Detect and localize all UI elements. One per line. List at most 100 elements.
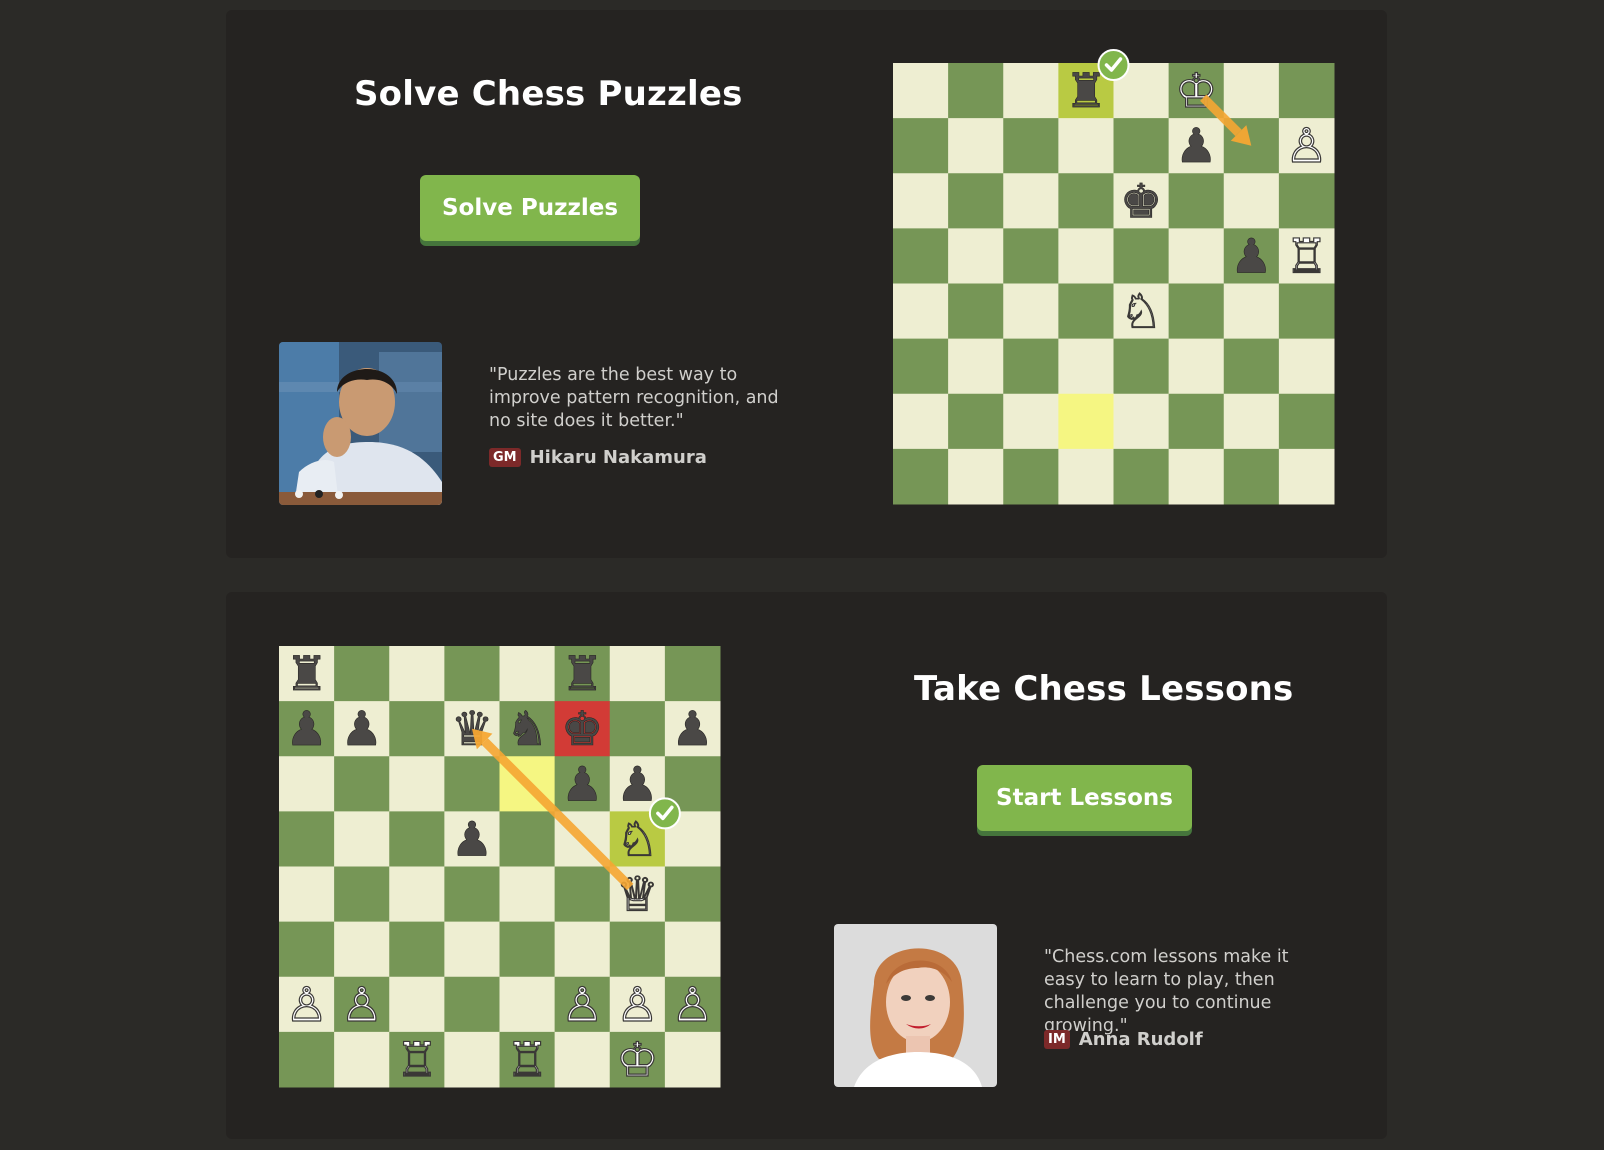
square-c5[interactable]	[1003, 228, 1059, 284]
black-pawn-b7[interactable]: ♟	[340, 702, 383, 758]
square-a3[interactable]	[279, 921, 335, 978]
square-c6[interactable]	[389, 756, 445, 812]
square-f4[interactable]	[1168, 283, 1225, 340]
square-c2[interactable]	[1003, 393, 1059, 450]
square-b4[interactable]	[334, 866, 390, 923]
square-a5[interactable]	[279, 811, 335, 867]
square-b2[interactable]	[948, 393, 1004, 450]
white-rook-h5[interactable]: ♖	[1285, 229, 1329, 285]
white-king-g1[interactable]: ♔	[615, 1032, 659, 1088]
square-e2[interactable]	[499, 976, 556, 1033]
author-name[interactable]: Anna Rudolf	[1079, 1029, 1203, 1050]
white-pawn-h2[interactable]: ♙	[671, 977, 715, 1033]
square-h1[interactable]	[1278, 448, 1335, 505]
square-c5[interactable]	[389, 811, 445, 867]
square-f2[interactable]	[1168, 393, 1225, 450]
start-lessons-button[interactable]: Start Lessons	[977, 765, 1192, 831]
square-h3[interactable]	[664, 921, 721, 978]
square-f1[interactable]	[554, 1031, 611, 1088]
black-pawn-f7[interactable]: ♟	[1175, 119, 1218, 175]
square-g8[interactable]	[1223, 63, 1280, 119]
square-e5[interactable]	[1113, 228, 1170, 284]
square-a2[interactable]	[893, 393, 949, 450]
square-f4[interactable]	[554, 866, 611, 923]
square-a6[interactable]	[279, 756, 335, 812]
square-d4[interactable]	[1058, 283, 1114, 340]
solve-puzzles-button[interactable]: Solve Puzzles	[420, 175, 640, 241]
square-b6[interactable]	[334, 756, 390, 812]
square-a8[interactable]	[893, 63, 949, 119]
square-h8[interactable]	[664, 646, 721, 702]
square-a1[interactable]	[893, 448, 949, 505]
square-e8[interactable]	[499, 646, 556, 702]
white-rook-c1[interactable]: ♖	[395, 1032, 439, 1088]
square-g6[interactable]	[1223, 173, 1280, 229]
square-e7[interactable]	[1113, 118, 1170, 174]
square-d6[interactable]	[444, 756, 500, 812]
square-e3[interactable]	[1113, 338, 1170, 395]
black-rook-f8[interactable]: ♜	[561, 647, 604, 703]
square-d7[interactable]	[1058, 118, 1114, 174]
square-a4[interactable]	[279, 866, 335, 923]
square-g3[interactable]	[1223, 338, 1280, 395]
white-pawn-h7[interactable]: ♙	[1285, 119, 1329, 175]
square-h4[interactable]	[664, 866, 721, 923]
square-b6[interactable]	[948, 173, 1004, 229]
square-d6[interactable]	[1058, 173, 1114, 229]
square-c3[interactable]	[1003, 338, 1059, 395]
square-b8[interactable]	[334, 646, 390, 702]
black-pawn-d5[interactable]: ♟	[450, 812, 494, 868]
square-d3[interactable]	[444, 921, 500, 978]
square-e3[interactable]	[499, 921, 556, 978]
square-g8[interactable]	[609, 646, 666, 702]
square-d3[interactable]	[1058, 338, 1114, 395]
square-g2[interactable]	[1223, 393, 1280, 450]
square-b5[interactable]	[948, 228, 1004, 284]
square-d2[interactable]	[1058, 393, 1114, 450]
square-e2[interactable]	[1113, 393, 1170, 450]
white-knight-e4[interactable]: ♘	[1119, 284, 1163, 340]
square-c3[interactable]	[389, 921, 445, 978]
square-d2[interactable]	[444, 976, 500, 1033]
square-f3[interactable]	[554, 921, 611, 978]
square-d1[interactable]	[1058, 448, 1114, 505]
square-c8[interactable]	[1003, 63, 1059, 119]
square-c6[interactable]	[1003, 173, 1059, 229]
square-c4[interactable]	[1003, 283, 1059, 340]
square-f1[interactable]	[1168, 448, 1225, 505]
square-c2[interactable]	[389, 976, 445, 1033]
square-c8[interactable]	[389, 646, 445, 702]
square-e1[interactable]	[1113, 448, 1170, 505]
square-d4[interactable]	[444, 866, 500, 923]
black-pawn-h7[interactable]: ♟	[671, 702, 714, 758]
white-pawn-g2[interactable]: ♙	[615, 977, 659, 1033]
puzzle-chessboard[interactable]: ♜ ♔ ♟ ♙ ♚ ♟ ♖ ♘	[893, 49, 1335, 505]
black-rook-a8[interactable]: ♜	[285, 647, 328, 703]
black-pawn-a7[interactable]: ♟	[285, 702, 328, 758]
square-g1[interactable]	[1223, 448, 1280, 505]
square-e5[interactable]	[499, 811, 556, 867]
white-pawn-b2[interactable]: ♙	[340, 977, 384, 1033]
square-a3[interactable]	[893, 338, 949, 395]
square-h6[interactable]	[1278, 173, 1335, 229]
black-pawn-f6[interactable]: ♟	[561, 757, 604, 813]
square-h1[interactable]	[664, 1031, 721, 1088]
square-g4[interactable]	[1223, 283, 1280, 340]
square-d1[interactable]	[444, 1031, 500, 1088]
square-c7[interactable]	[1003, 118, 1059, 174]
square-d5[interactable]	[1058, 228, 1114, 284]
white-pawn-f2[interactable]: ♙	[560, 977, 604, 1033]
white-rook-e1[interactable]: ♖	[505, 1032, 549, 1088]
square-f3[interactable]	[1168, 338, 1225, 395]
square-e4[interactable]	[499, 866, 556, 923]
lesson-chessboard[interactable]: ♜ ♜ ♟ ♟ ♛ ♞ ♚ ♟ ♟ ♟ ♟ ♘ ♕ ♙ ♙ ♙ ♙ ♙ ♖ ♖ ♔	[279, 646, 721, 1089]
square-g3[interactable]	[609, 921, 666, 978]
square-c1[interactable]	[1003, 448, 1059, 505]
square-c4[interactable]	[389, 866, 445, 923]
square-b1[interactable]	[334, 1031, 390, 1088]
square-h3[interactable]	[1278, 338, 1335, 395]
square-a4[interactable]	[893, 283, 949, 340]
square-f5[interactable]	[1168, 228, 1225, 284]
square-a1[interactable]	[279, 1031, 335, 1088]
black-king-f7[interactable]: ♚	[561, 702, 604, 758]
